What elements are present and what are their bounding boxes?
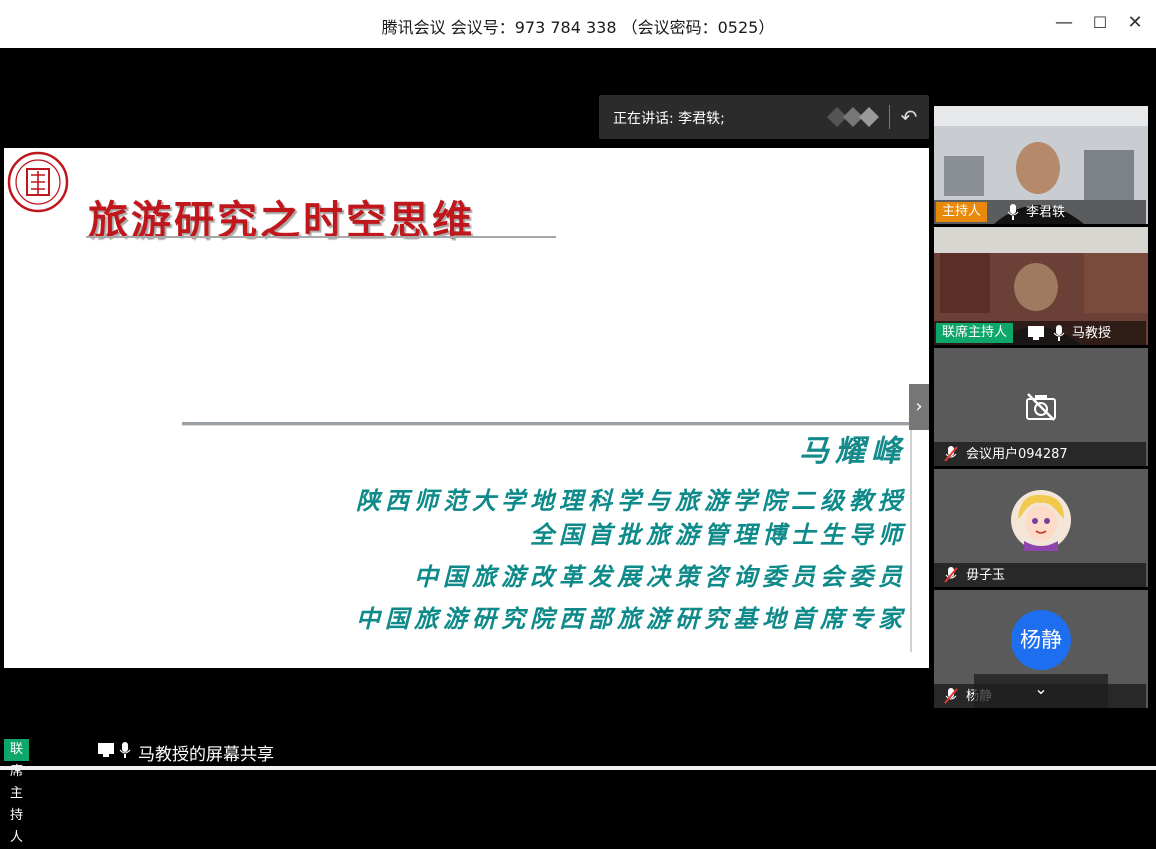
screen-share-icon	[98, 743, 114, 757]
participant-name: 毋子玉	[966, 568, 1006, 583]
info-line: 中国旅游研究院西部旅游研究基地首席专家	[356, 604, 907, 633]
microphone-icon	[1053, 325, 1065, 341]
share-status-text: 马教授的屏幕共享	[138, 745, 274, 765]
close-button[interactable]: ✕	[1124, 12, 1146, 34]
participant-tile[interactable]: 主持人 李君轶	[934, 106, 1148, 224]
microphone-muted-icon	[944, 567, 958, 583]
window-titlebar: 腾讯会议 会议号：973 784 338 （会议密码：0525） — ☐ ✕	[0, 0, 1156, 48]
cohost-badge: 联席主持人	[936, 323, 1014, 343]
participant-name: 会议用户094287	[966, 447, 1068, 462]
university-logo	[7, 151, 69, 213]
chevron-down-icon[interactable]: ⌄	[974, 674, 1108, 708]
microphone-icon	[119, 742, 131, 758]
minimize-button[interactable]: —	[1053, 12, 1075, 34]
presenter-info: 马耀峰 陕西师范大学地理科学与旅游学院二级教授 全国首批旅游管理博士生导师 中国…	[356, 426, 907, 636]
microphone-muted-icon	[944, 688, 958, 704]
reply-arrow-icon[interactable]: ↶	[896, 103, 922, 131]
participant-tile[interactable]: 会议用户094287	[934, 348, 1148, 466]
speaking-text: 正在讲话: 李君轶;	[613, 111, 725, 127]
maximize-button[interactable]: ☐	[1089, 12, 1111, 34]
info-line: 中国旅游改革发展决策咨询委员会委员	[414, 562, 907, 591]
info-line: 全国首批旅游管理博士生导师	[530, 520, 907, 549]
avatar	[1011, 490, 1071, 551]
presenter-name: 马耀峰	[799, 434, 907, 469]
avatar-initials: 杨静	[1011, 610, 1071, 670]
participant-name: 李君轶	[1026, 205, 1066, 220]
slide-vertical-rule	[910, 422, 912, 652]
participant-name: 马教授	[1072, 326, 1112, 341]
speaker-avatars-icon	[827, 107, 879, 127]
microphone-icon	[1007, 204, 1019, 220]
info-line: 陕西师范大学地理科学与旅游学院二级教授	[356, 486, 907, 515]
microphone-muted-icon	[944, 446, 958, 462]
window-bottom-edge	[0, 766, 1156, 770]
chevron-right-icon[interactable]: ›	[909, 384, 929, 430]
speaking-indicator: 正在讲话: 李君轶; ↶	[599, 95, 929, 139]
screen-share-icon	[1028, 326, 1044, 340]
shared-slide: 旅游研究之时空思维 马耀峰 陕西师范大学地理科学与旅游学院二级教授 全国首批旅游…	[4, 148, 929, 668]
title-underline	[86, 236, 556, 238]
separator	[889, 105, 890, 129]
window-title: 腾讯会议 会议号：973 784 338 （会议密码：0525）	[381, 18, 775, 37]
participant-tile[interactable]: 杨静 杨静 ⌄	[934, 590, 1148, 708]
participant-tile[interactable]: 毋子玉	[934, 469, 1148, 587]
participant-tile[interactable]: 联席主持人 马教授	[934, 227, 1148, 345]
camera-off-icon	[1026, 393, 1056, 421]
cohost-badge: 联席主持人	[4, 739, 30, 845]
host-badge: 主持人	[936, 202, 988, 222]
